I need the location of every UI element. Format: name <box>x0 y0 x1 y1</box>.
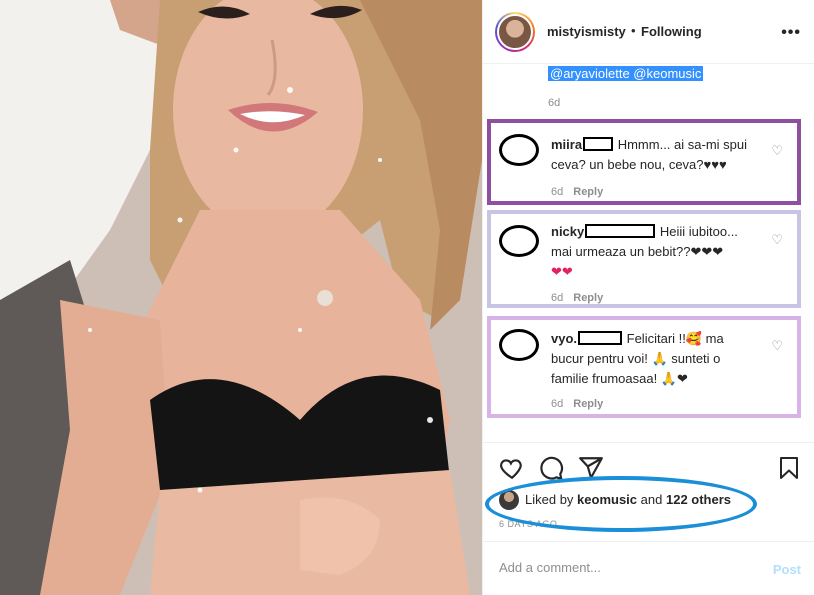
add-comment-input[interactable] <box>499 560 739 575</box>
comment-username[interactable]: miira <box>551 137 582 152</box>
comment-text: Heiii iubitoo... <box>659 224 738 239</box>
following-button[interactable]: Following <box>641 24 702 39</box>
comment-text: familie frumoasaa! 🙏❤ <box>551 371 688 386</box>
comment-like-heart-icon[interactable]: ♡ <box>771 232 783 248</box>
separator-dot: • <box>631 23 636 38</box>
add-comment-bar: Post <box>483 541 814 595</box>
annotation-ellipse <box>485 476 757 532</box>
comment-time: 6d <box>551 292 564 304</box>
comment-text: mai urmeaza un bebit??❤❤❤ <box>551 244 724 259</box>
post-side-panel: mistyismisty • Following ••• @aryaviolet… <box>482 0 814 595</box>
comment-item: vyo. Felicitari !!🥰 ma bucur pentru voi!… <box>487 316 801 418</box>
comment-text: ❤❤ <box>551 265 573 280</box>
comment-text: bucur pentru voi! 🙏 sunteti o <box>551 351 721 366</box>
comment-time: 6d <box>551 186 564 198</box>
redaction-box <box>583 137 614 151</box>
comment-like-heart-icon[interactable]: ♡ <box>771 143 783 159</box>
comment-time: 6d <box>551 398 564 410</box>
photo-illustration <box>0 0 482 595</box>
profile-avatar[interactable] <box>495 12 535 52</box>
comment-username[interactable]: nicky <box>551 224 584 239</box>
reply-button[interactable]: Reply <box>573 186 603 198</box>
comment-text: Hmmm... ai sa-mi spui <box>617 137 747 152</box>
redacted-avatar <box>499 329 539 361</box>
reply-button[interactable]: Reply <box>573 292 603 304</box>
redacted-avatar <box>499 225 539 257</box>
post-username[interactable]: mistyismisty <box>547 24 626 39</box>
comment-username[interactable]: vyo. <box>551 331 577 346</box>
heart-icon[interactable] <box>499 455 525 481</box>
redaction-box <box>585 224 656 238</box>
post-comment-button[interactable]: Post <box>773 562 801 577</box>
comment-text: ceva? un bebe nou, ceva?♥♥♥ <box>551 157 727 172</box>
bookmark-icon[interactable] <box>777 455 801 481</box>
redaction-box <box>578 331 623 345</box>
comment-text: Felicitari !!🥰 ma <box>626 331 724 346</box>
more-options-icon[interactable]: ••• <box>781 24 801 42</box>
post-header: mistyismisty • Following ••• <box>483 0 814 64</box>
redacted-avatar <box>499 134 539 166</box>
comment-like-heart-icon[interactable]: ♡ <box>771 338 783 354</box>
comment-item: nicky Heiii iubitoo... mai urmeaza un be… <box>487 210 801 308</box>
caption-time: 6d <box>548 97 561 109</box>
post-photo[interactable] <box>0 0 482 595</box>
caption-mentions[interactable]: @aryaviolette @keomusic <box>548 66 704 81</box>
comment-item: miira Hmmm... ai sa-mi spui ceva? un beb… <box>487 119 801 205</box>
comment-icon[interactable] <box>538 455 564 481</box>
reply-button[interactable]: Reply <box>573 398 603 410</box>
